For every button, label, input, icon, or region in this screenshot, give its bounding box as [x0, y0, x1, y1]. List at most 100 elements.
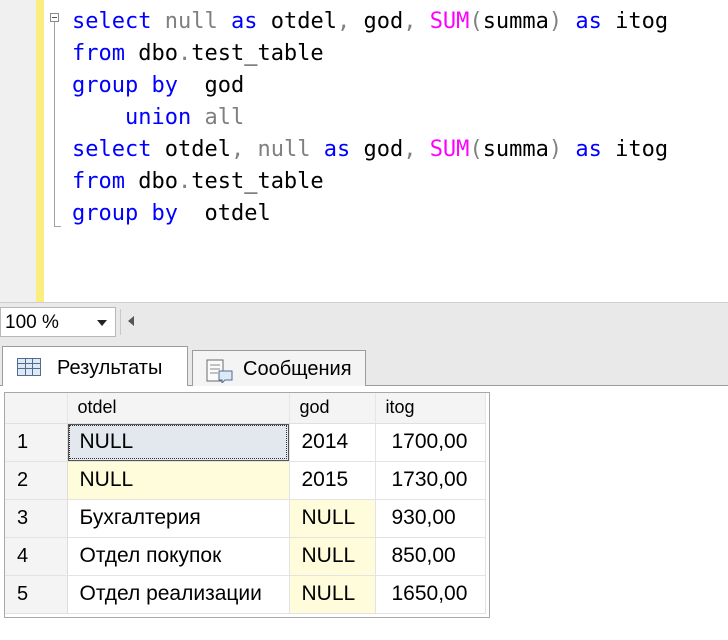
code-token: from — [72, 41, 125, 66]
code-token: as — [230, 9, 258, 34]
outline-line — [54, 22, 55, 227]
row-number[interactable]: 3 — [5, 499, 68, 538]
cell-god[interactable]: 2014 — [289, 423, 376, 462]
code-token: , — [336, 9, 351, 34]
code-token: SUM — [429, 137, 470, 162]
tab-results[interactable]: Результаты — [2, 346, 188, 387]
collapse-icon[interactable] — [50, 13, 59, 22]
code-token: summa — [482, 9, 549, 34]
row-number[interactable]: 5 — [5, 575, 68, 614]
results-pane: otdel god itog 1 NULL 2014 1700,00 2 NUL… — [0, 386, 728, 640]
code-token: as — [323, 137, 351, 162]
code-token: . — [177, 169, 192, 194]
code-token: otdel — [151, 137, 231, 162]
results-grid[interactable]: otdel god itog 1 NULL 2014 1700,00 2 NUL… — [4, 392, 490, 618]
row-number[interactable]: 2 — [5, 461, 68, 500]
code-token: ) — [548, 137, 563, 162]
code-token: otdel — [177, 201, 271, 226]
column-header-god[interactable]: god — [289, 393, 376, 424]
row-number[interactable]: 4 — [5, 537, 68, 576]
code-token: summa — [482, 137, 549, 162]
cell-otdel[interactable]: Отдел покупок — [67, 537, 290, 576]
sql-editor[interactable]: select null as otdel, god, SUM(summa) as… — [0, 0, 728, 302]
code-line[interactable]: union all — [72, 102, 668, 134]
cell-otdel[interactable]: Бухгалтерия — [67, 499, 290, 538]
code-line[interactable]: group by otdel — [72, 198, 668, 230]
code-line[interactable]: group by god — [72, 70, 668, 102]
code-line[interactable]: select null as otdel, god, SUM(summa) as… — [72, 6, 668, 38]
table-row[interactable]: 4 Отдел покупок NULL 850,00 — [5, 537, 486, 576]
code-token: group by — [72, 201, 178, 226]
results-tabbar: Результаты Сообщения — [0, 340, 728, 387]
column-header-itog[interactable]: itog — [375, 393, 486, 424]
code-line[interactable]: from dbo.test_table — [72, 166, 668, 198]
code-text[interactable]: select null as otdel, god, SUM(summa) as… — [72, 6, 668, 230]
cell-otdel[interactable]: Отдел реализации — [67, 575, 290, 614]
zoom-bar: 100 % — [0, 302, 728, 340]
code-token: select — [72, 137, 152, 162]
table-row[interactable]: 2 NULL 2015 1730,00 — [5, 461, 486, 500]
code-token: as — [575, 137, 602, 162]
code-token: otdel — [257, 9, 337, 34]
tab-messages[interactable]: Сообщения — [192, 350, 366, 386]
code-token: union — [124, 105, 192, 130]
header-row: otdel god itog — [5, 393, 486, 424]
tab-messages-label: Сообщения — [243, 358, 352, 380]
code-line[interactable]: select otdel, null as god, SUM(summa) as… — [72, 134, 668, 166]
code-token: as — [575, 9, 602, 34]
code-token: test_table — [191, 41, 324, 66]
change-tracking-bar — [36, 0, 44, 302]
zoom-dropdown[interactable]: 100 % — [0, 307, 116, 337]
code-line[interactable]: from dbo.test_table — [72, 38, 668, 70]
cell-god[interactable]: NULL — [289, 537, 376, 576]
table-row[interactable]: 1 NULL 2014 1700,00 — [5, 423, 486, 462]
code-token: ( — [469, 137, 483, 162]
code-token: dbo — [124, 169, 178, 194]
code-token: , — [230, 137, 245, 162]
code-token: itog — [601, 9, 669, 34]
code-token: from — [72, 169, 125, 194]
column-header-otdel[interactable]: otdel — [67, 393, 290, 424]
code-token: , — [403, 137, 417, 162]
code-token: null — [151, 9, 231, 34]
code-token: ( — [469, 9, 483, 34]
cell-god[interactable]: NULL — [289, 575, 376, 614]
editor-gutter — [0, 0, 36, 302]
table-row[interactable]: 3 Бухгалтерия NULL 930,00 — [5, 499, 486, 538]
cell-otdel[interactable]: NULL — [67, 461, 290, 500]
code-token: dbo — [124, 41, 178, 66]
cell-itog[interactable]: 930,00 — [375, 499, 486, 538]
grid-icon — [17, 358, 41, 376]
code-token: all — [191, 105, 245, 130]
code-token: itog — [601, 137, 669, 162]
code-token: group by — [72, 73, 178, 98]
code-token: god — [350, 9, 404, 34]
cell-otdel[interactable]: NULL — [67, 423, 290, 462]
select-all-corner[interactable] — [5, 393, 68, 424]
zoom-value: 100 % — [5, 312, 59, 333]
results-table: otdel god itog 1 NULL 2014 1700,00 2 NUL… — [5, 393, 486, 614]
cell-itog[interactable]: 1730,00 — [375, 461, 486, 500]
code-token: ) — [548, 9, 563, 34]
cell-itog[interactable]: 1650,00 — [375, 575, 486, 614]
cell-god[interactable]: NULL — [289, 499, 376, 538]
cell-god[interactable]: 2015 — [289, 461, 376, 500]
code-token: god — [177, 73, 245, 98]
cell-itog[interactable]: 850,00 — [375, 537, 486, 576]
row-number[interactable]: 1 — [5, 423, 68, 462]
cell-itog[interactable]: 1700,00 — [375, 423, 486, 462]
outline-line-end — [54, 226, 61, 227]
code-token: , — [403, 9, 417, 34]
code-token: god — [350, 137, 404, 162]
messages-icon — [206, 359, 233, 383]
table-row[interactable]: 5 Отдел реализации NULL 1650,00 — [5, 575, 486, 614]
code-token: SUM — [429, 9, 470, 34]
code-token: . — [177, 41, 192, 66]
scroll-left-arrow-icon[interactable] — [128, 316, 134, 326]
code-token: null — [244, 137, 324, 162]
chevron-down-icon[interactable] — [97, 320, 107, 326]
